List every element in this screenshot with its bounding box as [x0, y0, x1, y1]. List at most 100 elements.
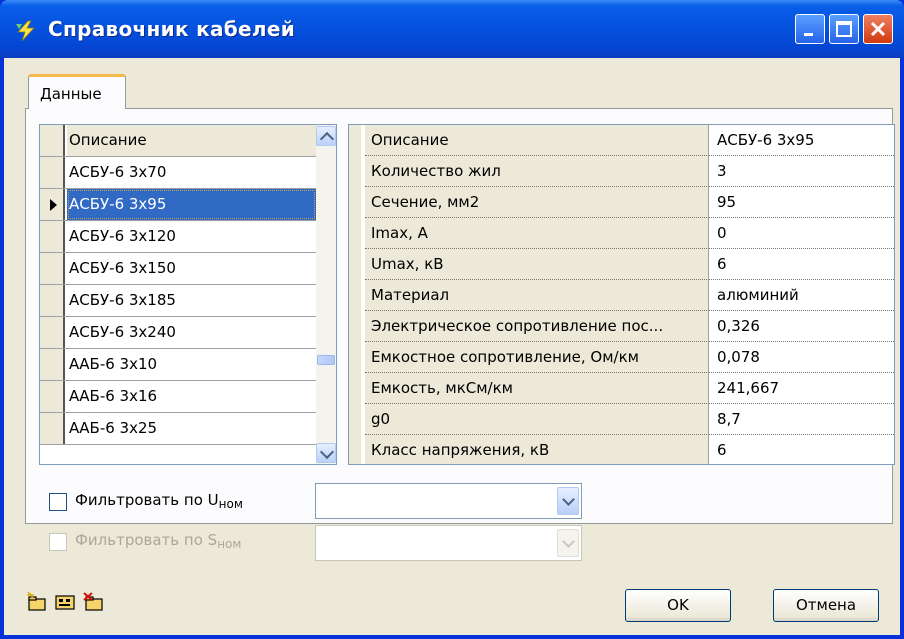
property-value[interactable]: АСБУ-6 3х95 [709, 125, 894, 156]
property-value[interactable]: 0,326 [709, 311, 894, 342]
list-item-label: ААБ-6 3х25 [69, 419, 158, 437]
close-icon [870, 21, 886, 37]
property-row[interactable]: Электрическое сопротивление пос... 0,326 [349, 311, 894, 342]
scroll-thumb[interactable] [317, 355, 335, 365]
filter-u-label[interactable]: Фильтровать по Uном [75, 491, 243, 511]
list-item[interactable]: АСБУ-6 3х70 [40, 157, 316, 189]
property-value[interactable]: 6 [709, 249, 894, 280]
cancel-button[interactable]: Отмена [773, 589, 879, 622]
tab-data-label: Данные [40, 85, 102, 103]
list-scrollbar[interactable] [316, 125, 336, 464]
column-header-description: Описание [67, 125, 316, 156]
minimize-button[interactable] [795, 14, 825, 44]
close-button[interactable] [863, 14, 893, 44]
chevron-up-icon [319, 131, 335, 147]
list-item-label: АСБУ-6 3х70 [69, 163, 167, 181]
list-item-label: АСБУ-6 3х185 [69, 291, 176, 309]
property-name: Емкостное сопротивление, Ом/км [365, 342, 709, 373]
filter-s-checkbox[interactable] [49, 533, 67, 551]
property-name: Емкость, мкСм/км [365, 373, 709, 404]
row-indicator [40, 381, 65, 412]
property-row[interactable]: Количество жил 3 [349, 156, 894, 187]
chevron-down-icon [562, 493, 575, 506]
list-item[interactable]: ААБ-6 3х25 [40, 413, 316, 445]
row-indicator [40, 317, 65, 348]
row-indicator [40, 349, 65, 380]
scroll-down-button[interactable] [316, 443, 336, 463]
list-item[interactable]: АСБУ-6 3х185 [40, 285, 316, 317]
property-row[interactable]: Класс напряжения, кВ 6 [349, 435, 894, 464]
list-item-label: АСБУ-6 3х150 [69, 259, 176, 277]
property-row[interactable]: Материал алюминий [349, 280, 894, 311]
filter-u-text: Фильтровать по U [75, 491, 219, 509]
list-item-label: АСБУ-6 3х120 [69, 227, 176, 245]
filter-s-label: Фильтровать по Sном [75, 531, 241, 551]
filter-u-dropdown-button[interactable] [557, 487, 579, 515]
maximize-button[interactable] [829, 14, 859, 44]
tab-data[interactable]: Данные [28, 74, 126, 109]
cable-directory-window: Справочник кабелей Данные Описание АСБУ-… [0, 0, 904, 639]
scroll-up-button[interactable] [316, 126, 336, 147]
property-name: Imax, А [365, 218, 709, 249]
cable-list-grid: Описание АСБУ-6 3х70 АСБУ-6 3х95 АСБУ-6 … [39, 124, 337, 465]
edit-record-icon[interactable] [54, 592, 76, 612]
property-value[interactable]: 6 [709, 435, 894, 464]
row-gutter [349, 125, 361, 156]
property-name: g0 [365, 404, 709, 435]
property-name: Электрическое сопротивление пос... [365, 311, 709, 342]
list-item-label: ААБ-6 3х16 [69, 387, 158, 405]
property-value[interactable]: 3 [709, 156, 894, 187]
property-name: Материал [365, 280, 709, 311]
cable-list-header[interactable]: Описание [40, 125, 316, 157]
property-row[interactable]: g0 8,7 [349, 404, 894, 435]
property-row[interactable]: Описание АСБУ-6 3х95 [349, 125, 894, 156]
row-gutter [349, 280, 361, 311]
filter-s-subscript: ном [217, 537, 242, 551]
property-row[interactable]: Сечение, мм2 95 [349, 187, 894, 218]
list-item[interactable]: АСБУ-6 3х240 [40, 317, 316, 349]
row-gutter [349, 218, 361, 249]
property-value[interactable]: 8,7 [709, 404, 894, 435]
property-value[interactable]: 0 [709, 218, 894, 249]
row-gutter [349, 404, 361, 435]
property-row[interactable]: Емкость, мкСм/км 241,667 [349, 373, 894, 404]
add-folder-icon[interactable] [26, 592, 48, 612]
chevron-down-icon [562, 535, 575, 548]
row-indicator [40, 157, 65, 188]
row-gutter [349, 342, 361, 373]
list-item-label: АСБУ-6 3х240 [69, 323, 176, 341]
list-item[interactable]: ААБ-6 3х16 [40, 381, 316, 413]
title-bar[interactable]: Справочник кабелей [0, 0, 904, 58]
property-row[interactable]: Imax, А 0 [349, 218, 894, 249]
property-value[interactable]: алюминий [709, 280, 894, 311]
window-title: Справочник кабелей [48, 17, 296, 41]
minimize-icon [804, 33, 813, 36]
delete-folder-icon[interactable] [83, 592, 105, 612]
chevron-down-icon [319, 444, 335, 460]
list-item[interactable]: ААБ-6 3х10 [40, 349, 316, 381]
filter-s-select[interactable] [315, 525, 582, 561]
current-row-arrow-icon [50, 199, 57, 211]
property-value[interactable]: 241,667 [709, 373, 894, 404]
property-name: Umax, кВ [365, 249, 709, 280]
row-gutter [349, 187, 361, 218]
row-gutter [349, 249, 361, 280]
row-indicator [40, 221, 65, 252]
list-item[interactable]: АСБУ-6 3х150 [40, 253, 316, 285]
property-value[interactable]: 0,078 [709, 342, 894, 373]
row-indicator [40, 413, 65, 444]
filter-u-checkbox[interactable] [49, 493, 67, 511]
list-item-selected[interactable]: АСБУ-6 3х95 [40, 189, 316, 221]
row-gutter [349, 435, 361, 464]
property-name: Описание [365, 125, 709, 156]
filter-s-text: Фильтровать по S [75, 531, 218, 549]
property-row[interactable]: Емкостное сопротивление, Ом/км 0,078 [349, 342, 894, 373]
filter-u-select[interactable] [315, 483, 582, 519]
dialog-client: Данные Описание АСБУ-6 3х70 АСБУ-6 3х95 … [4, 58, 900, 635]
filter-s-dropdown-button[interactable] [557, 529, 579, 557]
list-item[interactable]: АСБУ-6 3х120 [40, 221, 316, 253]
row-gutter [349, 373, 361, 404]
ok-button[interactable]: OK [625, 589, 731, 622]
property-value[interactable]: 95 [709, 187, 894, 218]
property-row[interactable]: Umax, кВ 6 [349, 249, 894, 280]
